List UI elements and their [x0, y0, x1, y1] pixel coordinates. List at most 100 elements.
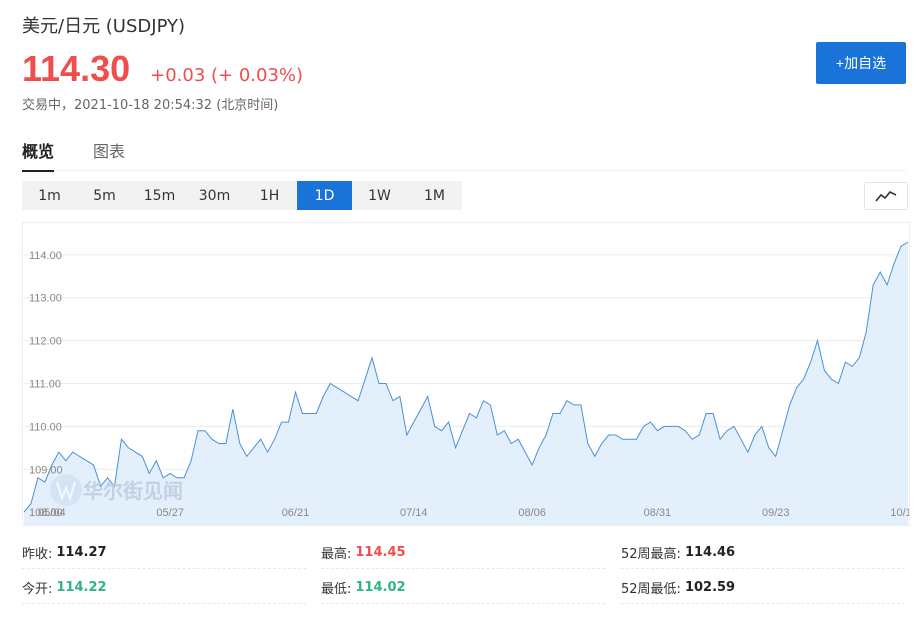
- y-tick-label: 111.00: [29, 379, 61, 391]
- data-point: [287, 421, 289, 423]
- data-point: [712, 412, 714, 414]
- range-1m[interactable]: 1m: [22, 181, 77, 210]
- data-point: [649, 421, 651, 423]
- data-point: [246, 455, 248, 457]
- stat-prev-close: 昨收: 114.27: [22, 536, 306, 569]
- data-point: [837, 382, 839, 384]
- data-point: [872, 284, 874, 286]
- data-point: [830, 378, 832, 380]
- data-point: [795, 387, 797, 389]
- data-point: [350, 395, 352, 397]
- tab-chart[interactable]: 图表: [93, 138, 125, 170]
- data-point: [343, 391, 345, 393]
- data-point: [503, 429, 505, 431]
- range-1h[interactable]: 1H: [242, 181, 297, 210]
- data-point: [371, 357, 373, 359]
- data-point: [385, 382, 387, 384]
- data-point: [656, 429, 658, 431]
- data-point: [635, 438, 637, 440]
- data-point: [308, 412, 310, 414]
- x-tick-label: 08/06: [518, 507, 546, 519]
- range-15m[interactable]: 15m: [132, 181, 187, 210]
- data-point: [427, 395, 429, 397]
- data-point: [475, 417, 477, 419]
- data-point: [587, 442, 589, 444]
- data-point: [844, 361, 846, 363]
- data-point: [621, 438, 623, 440]
- data-point: [802, 378, 804, 380]
- price-row: 114.30 +0.03 (+ 0.03%): [22, 48, 303, 90]
- data-point: [580, 404, 582, 406]
- data-point: [726, 429, 728, 431]
- data-point: [614, 434, 616, 436]
- data-point: [399, 395, 401, 397]
- data-point: [886, 284, 888, 286]
- x-tick-label: 05/04: [38, 507, 66, 519]
- data-point: [788, 404, 790, 406]
- data-point: [594, 455, 596, 457]
- watermark-logo: [50, 474, 82, 506]
- data-point: [120, 438, 122, 440]
- data-point: [322, 395, 324, 397]
- data-point: [44, 481, 46, 483]
- data-point: [315, 412, 317, 414]
- data-point: [225, 442, 227, 444]
- data-point: [809, 361, 811, 363]
- data-point: [663, 425, 665, 427]
- data-point: [336, 387, 338, 389]
- data-point: [253, 447, 255, 449]
- data-point: [677, 425, 679, 427]
- data-point: [879, 271, 881, 273]
- range-30m[interactable]: 30m: [187, 181, 242, 210]
- data-point: [30, 502, 32, 504]
- data-point: [85, 459, 87, 461]
- data-point: [691, 438, 693, 440]
- data-point: [823, 369, 825, 371]
- tab-overview[interactable]: 概览: [22, 138, 55, 172]
- range-1mo[interactable]: 1M: [407, 181, 462, 210]
- data-point: [517, 438, 519, 440]
- data-point: [232, 408, 234, 410]
- data-point: [406, 434, 408, 436]
- range-1w[interactable]: 1W: [352, 181, 407, 210]
- stat-low: 最低: 114.02: [321, 571, 605, 604]
- data-point: [78, 455, 80, 457]
- x-tick-label: 10/1: [890, 507, 909, 519]
- data-point: [447, 421, 449, 423]
- data-point: [65, 459, 67, 461]
- stat-high: 最高: 114.45: [321, 536, 605, 569]
- data-point: [538, 447, 540, 449]
- data-point: [266, 451, 268, 453]
- data-point: [865, 331, 867, 333]
- data-point: [782, 429, 784, 431]
- data-point: [218, 442, 220, 444]
- y-tick-label: 110.00: [29, 421, 62, 433]
- data-point: [468, 412, 470, 414]
- data-point: [698, 434, 700, 436]
- price-change: +0.03 (+ 0.03%): [150, 65, 304, 86]
- data-point: [190, 459, 192, 461]
- x-tick-label: 07/14: [400, 507, 428, 519]
- chart-type-button[interactable]: [864, 182, 908, 210]
- data-point: [440, 429, 442, 431]
- data-point: [155, 459, 157, 461]
- y-tick-label: 114.00: [29, 250, 62, 262]
- data-point: [329, 382, 331, 384]
- price-chart[interactable]: 108.00 109.00 110.00 111.00 112.00 113.00 114.…: [22, 222, 910, 526]
- x-tick-label: 08/31: [644, 507, 672, 519]
- range-5m[interactable]: 5m: [77, 181, 132, 210]
- add-to-watchlist-button[interactable]: +加自选: [816, 42, 906, 84]
- data-point: [858, 357, 860, 359]
- data-point: [733, 425, 735, 427]
- current-price: 114.30: [22, 48, 131, 89]
- data-point: [670, 425, 672, 427]
- x-tick-label: 05/27: [156, 507, 184, 519]
- data-point: [301, 412, 303, 414]
- range-1d[interactable]: 1D: [297, 181, 352, 210]
- x-tick-label: 06/21: [282, 507, 310, 519]
- data-point: [273, 438, 275, 440]
- data-point: [169, 472, 171, 474]
- data-point: [545, 434, 547, 436]
- y-tick-label: 109.00: [29, 464, 63, 476]
- data-point: [775, 455, 777, 457]
